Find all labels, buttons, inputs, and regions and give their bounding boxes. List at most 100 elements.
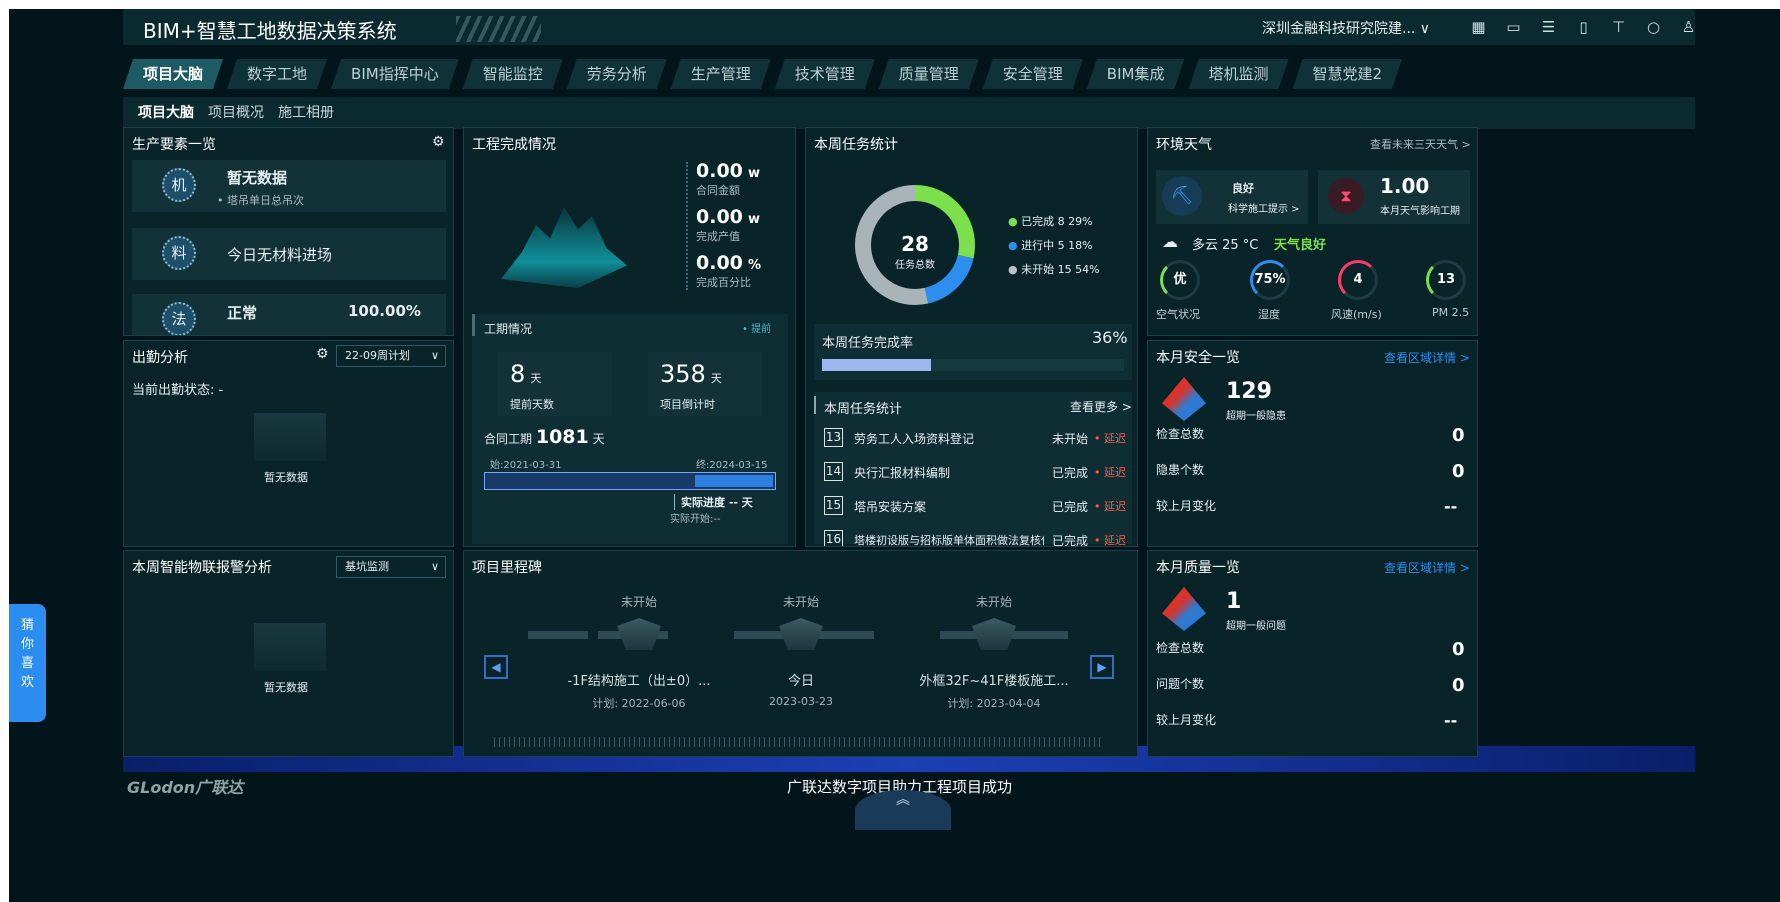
list-icon[interactable]: ☰ bbox=[1536, 17, 1561, 37]
wind-gauge: 4 bbox=[1338, 260, 1378, 300]
table-row[interactable]: 13 劳务工人入场资料登记 未开始 • 延迟 bbox=[824, 426, 1137, 450]
more-link[interactable]: 查看更多 > bbox=[1070, 398, 1132, 415]
prod-item-title: 今日无材料进场 bbox=[227, 246, 333, 264]
donut-center: 28 任务总数 bbox=[884, 232, 946, 271]
refresh-icon[interactable]: ○ bbox=[1641, 17, 1666, 37]
contract-period: 合同工期 1081 天 bbox=[484, 426, 605, 448]
panel-title: 本月安全一览 bbox=[1156, 350, 1240, 366]
collapse-up-icon[interactable]: ︽ bbox=[855, 790, 951, 830]
safety-count: 129 bbox=[1226, 379, 1272, 404]
quality-count-label: 超期一般问题 bbox=[1226, 621, 1286, 632]
attendance-status: 当前出勤状态: - bbox=[132, 383, 224, 398]
legend-done: ● 已完成 8 29% bbox=[1008, 210, 1100, 234]
prod-item-material: 料 今日无材料进场 bbox=[132, 228, 446, 280]
shirt-icon[interactable]: ⊤ bbox=[1606, 17, 1631, 37]
task-name: 劳务工人入场资料登记 bbox=[854, 432, 975, 446]
tab-quality[interactable]: 质量管理 bbox=[879, 59, 979, 89]
quality-detail-link[interactable]: 查看区域详情 > bbox=[1384, 559, 1470, 576]
task-status: 未开始 bbox=[1052, 432, 1089, 446]
monitor-icon[interactable]: ▯ bbox=[1571, 17, 1596, 37]
actual-start: 实际开始:-- bbox=[670, 514, 721, 525]
week-plan-select[interactable]: 22-09周计划 ∨ bbox=[336, 345, 446, 367]
milestone-panel: 项目里程碑 ◀ ▶ 未开始 -1F结构施工（出±0）... 计划: 2022-0… bbox=[463, 550, 1138, 757]
screen-icon[interactable]: ▭ bbox=[1501, 17, 1526, 37]
task-flag: • 延迟 bbox=[1094, 466, 1126, 479]
table-row[interactable]: 16 塔楼初设版与招标版单体面积做法复核任... 已完成 • 延迟 bbox=[824, 528, 1137, 547]
contract-period-label: 合同工期 bbox=[484, 432, 533, 446]
task-name: 塔吊安装方案 bbox=[854, 500, 927, 514]
tab-smart-monitor[interactable]: 智能监控 bbox=[463, 59, 563, 89]
progress-track bbox=[484, 472, 776, 490]
rate-fill bbox=[822, 359, 931, 371]
main-nav: 项目大脑 数字工地 BIM指挥中心 智能监控 劳务分析 生产管理 技术管理 质量… bbox=[123, 59, 1402, 89]
task-legend: ● 已完成 8 29% ● 进行中 5 18% ● 未开始 15 54% bbox=[1008, 210, 1100, 282]
tab-tech[interactable]: 技术管理 bbox=[775, 59, 875, 89]
panel-title: 项目里程碑 bbox=[472, 560, 542, 576]
table-row[interactable]: 14 央行汇报材料编制 已完成 • 延迟 bbox=[824, 460, 1137, 484]
header-decoration bbox=[456, 16, 541, 42]
contract-label: 合同金额 bbox=[696, 184, 740, 197]
safety-change-label: 较上月变化 bbox=[1156, 499, 1217, 513]
monitor-type-select[interactable]: 基坑监测 ∨ bbox=[336, 556, 446, 578]
tab-digital-site[interactable]: 数字工地 bbox=[227, 59, 327, 89]
milestone-item[interactable]: 未开始 今日 2023-03-23 bbox=[726, 593, 876, 708]
task-no: 15 bbox=[824, 496, 843, 515]
milestone-status: 未开始 bbox=[620, 595, 657, 609]
timeline-ruler bbox=[494, 737, 1104, 747]
task-list-title: 本周任务统计 bbox=[824, 402, 903, 417]
milestone-item[interactable]: 未开始 外框32F~41F楼板施工... 计划: 2023-04-04 bbox=[904, 593, 1084, 711]
safety-check-label: 检查总数 bbox=[1156, 427, 1205, 441]
safety-hazard-value: 0 bbox=[1452, 461, 1465, 482]
actual-progress: 实际进度 -- 天 bbox=[674, 494, 753, 510]
tab-tower-crane[interactable]: 塔机监测 bbox=[1188, 59, 1288, 89]
safety-hazard-label: 隐患个数 bbox=[1156, 463, 1205, 477]
output-label: 完成产值 bbox=[696, 230, 740, 243]
milestone-item[interactable]: 未开始 -1F结构施工（出±0）... 计划: 2022-06-06 bbox=[564, 593, 714, 711]
task-name: 塔楼初设版与招标版单体面积做法复核任... bbox=[854, 534, 1044, 547]
next-arrow-icon[interactable]: ▶ bbox=[1090, 655, 1114, 679]
prod-item-title: 正常 bbox=[227, 304, 258, 322]
pm25-gauge: 13 bbox=[1426, 260, 1466, 300]
table-row[interactable]: 15 塔吊安装方案 已完成 • 延迟 bbox=[824, 494, 1137, 518]
quality-count: 1 bbox=[1226, 589, 1242, 614]
toolbar-icons: ▦ ▭ ☰ ▯ ⊤ ○ ♙ bbox=[1466, 17, 1701, 37]
org-selector[interactable]: 深圳金融科技研究院建... ∨ bbox=[1262, 18, 1430, 38]
milestone-plan: 计划: 2023-04-04 bbox=[947, 697, 1041, 710]
task-flag: • 延迟 bbox=[1094, 432, 1126, 445]
weather-impact-card: ⧗ 1.00 本月天气影响工期 bbox=[1318, 170, 1470, 224]
guess-you-like-button[interactable]: 猜你喜欢 bbox=[9, 604, 46, 722]
panel-title: 工程完成情况 bbox=[472, 137, 556, 153]
milestone-status: 未开始 bbox=[975, 595, 1012, 609]
safety-detail-link[interactable]: 查看区域详情 > bbox=[1384, 349, 1470, 366]
tab-bim-integration[interactable]: BIM集成 bbox=[1087, 59, 1185, 89]
gear-icon[interactable]: ⚙ bbox=[316, 346, 329, 362]
user-icon[interactable]: ♙ bbox=[1676, 17, 1701, 37]
panel-title: 本周任务统计 bbox=[814, 137, 898, 153]
tasks-panel: 本周任务统计 28 任务总数 ● 已完成 8 29% ● 进行中 5 18% ●… bbox=[805, 127, 1138, 547]
tab-production[interactable]: 生产管理 bbox=[671, 59, 771, 89]
subtab-overview[interactable]: 项目概况 bbox=[208, 97, 264, 129]
task-status: 已完成 bbox=[1052, 500, 1089, 514]
divider bbox=[686, 162, 688, 290]
tab-safety[interactable]: 安全管理 bbox=[983, 59, 1083, 89]
panel-title: 本周智能物联报警分析 bbox=[132, 560, 272, 576]
forecast-link[interactable]: 查看未来三天天气 > bbox=[1370, 136, 1471, 152]
quality-issue-value: 0 bbox=[1452, 675, 1465, 696]
tab-labor[interactable]: 劳务分析 bbox=[567, 59, 667, 89]
grid-icon[interactable]: ▦ bbox=[1466, 17, 1491, 37]
construction-tip-card[interactable]: ⛏ 良好 科学施工提示 > bbox=[1156, 170, 1308, 224]
percent-label: 完成百分比 bbox=[696, 276, 751, 289]
tab-project-brain[interactable]: 项目大脑 bbox=[123, 59, 223, 89]
app-title: BIM+智慧工地数据决策系统 bbox=[143, 19, 397, 43]
tab-bim-command[interactable]: BIM指挥中心 bbox=[331, 59, 459, 89]
subtab-album[interactable]: 施工相册 bbox=[278, 97, 334, 129]
gear-icon[interactable]: ⚙ bbox=[432, 134, 445, 150]
panel-title: 生产要素一览 bbox=[132, 137, 216, 153]
subtab-project-brain[interactable]: 项目大脑 bbox=[138, 97, 194, 129]
tab-party[interactable]: 智慧党建2 bbox=[1292, 59, 1402, 89]
weather-panel: 环境天气 查看未来三天天气 > ⛏ 良好 科学施工提示 > ⧗ 1.00 本月天… bbox=[1147, 127, 1478, 336]
period-title: 工期情况 bbox=[484, 322, 533, 336]
shield-icon bbox=[972, 618, 1016, 650]
period-card: 工期情况 • 提前 8 天 提前天数 358 天 项目倒计时 合同工期 1081… bbox=[472, 314, 788, 544]
prev-arrow-icon[interactable]: ◀ bbox=[484, 655, 508, 679]
